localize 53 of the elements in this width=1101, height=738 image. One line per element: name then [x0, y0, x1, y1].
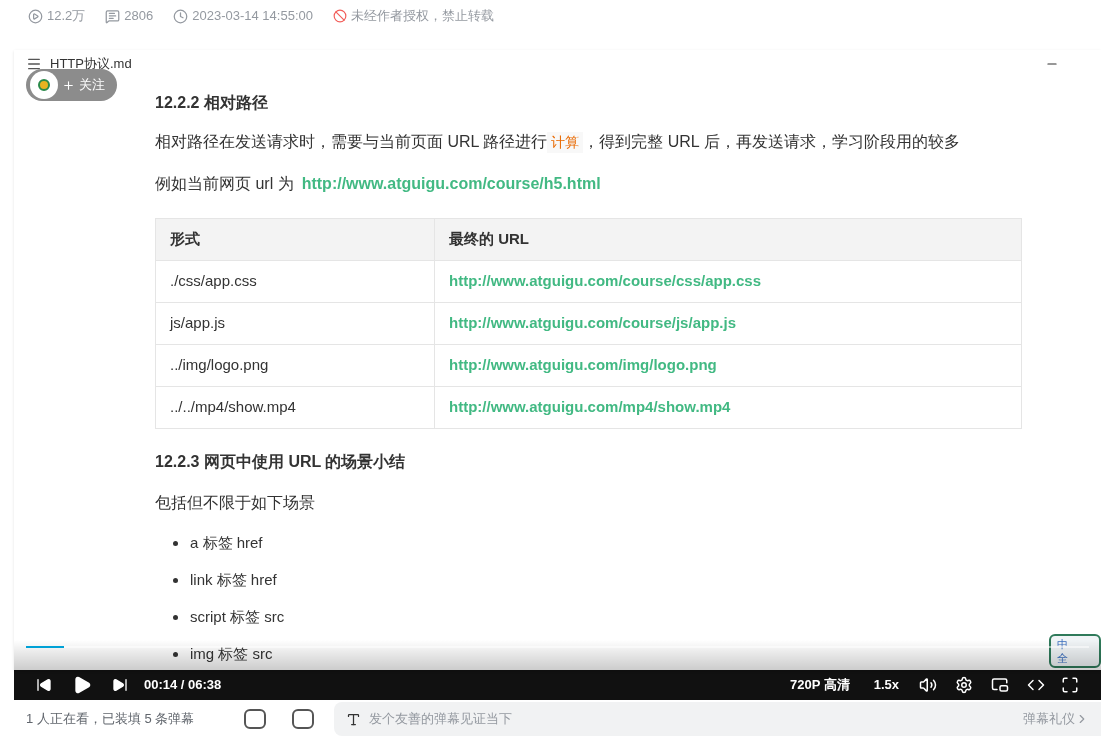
plus-icon	[62, 78, 75, 92]
list-item: link 标签 href	[190, 570, 277, 591]
text-style-icon	[346, 711, 361, 727]
url-link[interactable]: http://www.atguigu.com/course/h5.html	[301, 172, 601, 196]
etiquette-link[interactable]: 弹幕礼仪	[1023, 709, 1089, 729]
bullet-icon	[173, 578, 178, 583]
play-button[interactable]	[72, 675, 92, 695]
bullet-icon	[173, 652, 178, 657]
bullet-icon	[173, 541, 178, 546]
play-count-icon	[28, 8, 43, 24]
paragraph: 相对路径在发送请求时，需要与当前页面 URL 路径进行 计算 ，得到完整 URL 后，再发送请求，学习阶段用的较多	[155, 120, 1035, 164]
view-count: 12.2万	[47, 7, 86, 26]
forbidden-icon	[332, 9, 347, 23]
table-cell: ./css/app.css	[155, 260, 435, 303]
clock-icon	[173, 8, 189, 24]
danmaku-count-icon	[105, 8, 121, 24]
settings-button[interactable]	[955, 676, 973, 694]
danmaku-count: 2806	[124, 7, 154, 26]
volume-button[interactable]	[919, 676, 937, 694]
copyright-notice: 未经作者授权，禁止转载	[350, 7, 494, 26]
table-cell: http://www.atguigu.com/course/js/app.js	[434, 302, 1022, 345]
table-cell: http://www.atguigu.com/img/logo.png	[434, 344, 1022, 387]
ime-width: 全	[1057, 651, 1069, 665]
table-cell: http://www.atguigu.com/course/css/app.css	[434, 260, 1022, 303]
speed-button[interactable]: 1.5x	[873, 675, 899, 695]
list-item: img 标签 src	[190, 644, 273, 665]
list-item: script 标签 src	[190, 607, 285, 628]
section-heading: 12.2.2 相对路径	[155, 93, 269, 113]
list-item: a 标签 href	[190, 533, 263, 554]
bullet-icon	[173, 615, 178, 620]
table-cell: ../../mp4/show.mp4	[155, 386, 435, 429]
watching-count: 1 人正在看，已装填 5 条弹幕	[26, 710, 196, 729]
next-button[interactable]	[112, 677, 128, 693]
avatar-icon	[30, 71, 58, 99]
table-cell: ../img/logo.png	[155, 344, 435, 387]
menu-icon	[26, 56, 42, 72]
quality-button[interactable]: 720P 高清	[789, 675, 850, 695]
paragraph: 包括但不限于如下场景	[155, 493, 316, 513]
ime-mode: 中	[1057, 637, 1069, 651]
table-cell: js/app.js	[155, 302, 435, 345]
publish-date: 2023-03-14 14:55:00	[192, 7, 313, 26]
pip-button[interactable]	[991, 676, 1009, 694]
time-display: 00:14 / 06:38	[144, 676, 222, 695]
column-header: 形式	[155, 218, 435, 261]
follow-label: 关注	[79, 76, 105, 95]
fullscreen-button[interactable]	[1061, 676, 1079, 694]
column-header: 最终的 URL	[434, 218, 1022, 261]
table-cell: http://www.atguigu.com/mp4/show.mp4	[434, 386, 1022, 429]
example-label: 例如当前网页 url 为	[155, 174, 294, 194]
danmaku-input[interactable]: 发个友善的弹幕见证当下 弹幕礼仪	[334, 702, 1101, 736]
previous-button[interactable]	[36, 677, 52, 693]
section-heading: 12.2.3 网页中使用 URL 的场景小结	[155, 452, 407, 472]
follow-button[interactable]: 关注	[26, 69, 117, 101]
